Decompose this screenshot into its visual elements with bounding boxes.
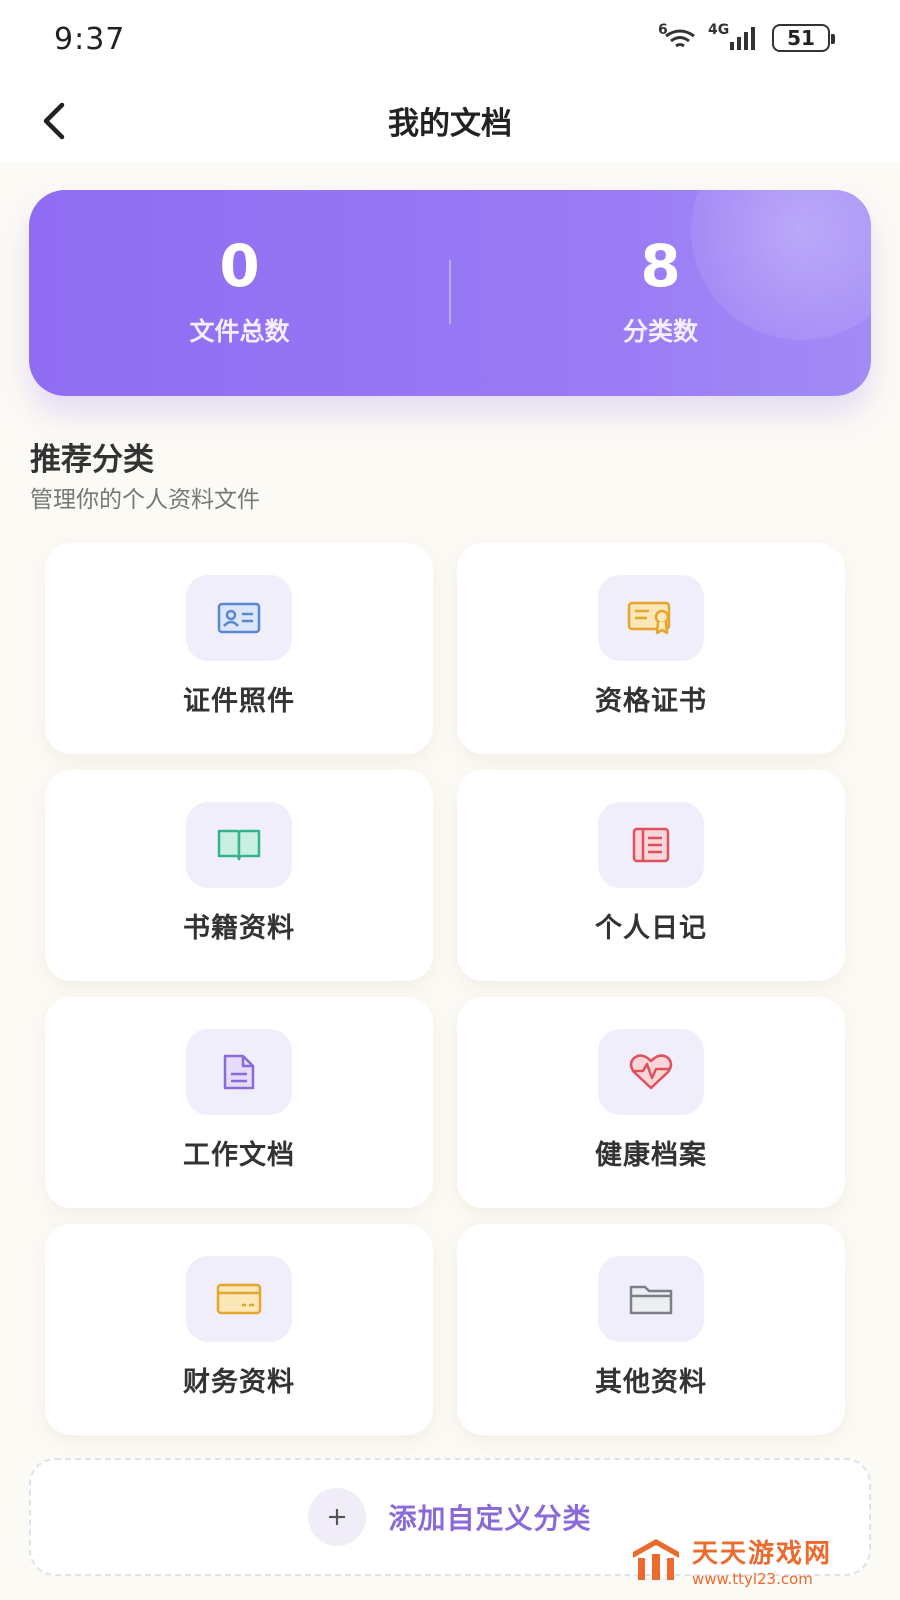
wallet-card-icon [216,1283,262,1315]
section-subtitle: 管理你的个人资料文件 [30,487,260,513]
category-icon-box [186,1029,292,1115]
category-icon-box [598,1029,704,1115]
page-title: 我的文档 [388,106,512,142]
watermark-url: www.ttyl23.com [692,1569,813,1588]
book-icon [217,829,261,861]
category-label: 证件照件 [183,686,295,717]
category-label: 健康档案 [595,1140,707,1171]
page: 9:37 6 4G 51 我的文档 0 文件总数 8 分类数 推荐分类 管理你的… [0,0,900,1600]
category-icon-box [186,1256,292,1342]
battery-icon: 51 [772,24,835,52]
category-card-finance[interactable]: 财务资料 [45,1224,433,1435]
category-card-others[interactable]: 其他资料 [457,1224,845,1435]
category-icon-box [598,1256,704,1342]
stat-categories[interactable]: 8 分类数 [450,234,871,348]
status-time: 9:37 [54,22,126,57]
category-card-id-photos[interactable]: 证件照件 [45,543,433,754]
stats-card: 0 文件总数 8 分类数 [29,190,871,396]
plus-icon [308,1488,367,1546]
status-icons: 6 4G 51 [658,23,835,52]
category-card-health[interactable]: 健康档案 [457,997,845,1208]
stat-categories-label: 分类数 [622,317,698,346]
watermark: 天天游戏网 www.ttyl23.com [630,1530,850,1590]
category-label: 个人日记 [595,913,707,944]
category-card-diary[interactable]: 个人日记 [457,770,845,981]
stat-categories-value: 8 [640,232,681,300]
category-label: 书籍资料 [183,913,295,944]
wifi-icon: 6 [658,23,698,52]
category-label: 财务资料 [183,1367,295,1398]
status-bar: 9:37 6 4G 51 [0,0,900,80]
stat-total-files-value: 0 [219,232,260,300]
cellular-icon: 4G [708,23,762,52]
heart-pulse-icon [629,1054,673,1090]
watermark-name: 天天游戏网 [692,1538,833,1569]
category-label: 资格证书 [595,686,707,717]
category-label: 工作文档 [183,1140,295,1171]
certificate-icon [627,601,671,635]
watermark-text: 天天游戏网 www.ttyl23.com [692,1533,832,1588]
section-title: 推荐分类 [30,442,154,478]
diary-icon [632,827,670,863]
header: 我的文档 [0,80,900,162]
stat-total-files-label: 文件总数 [189,317,290,346]
category-icon-box [186,575,292,661]
category-card-certificates[interactable]: 资格证书 [457,543,845,754]
category-card-books[interactable]: 书籍资料 [45,770,433,981]
category-card-work-docs[interactable]: 工作文档 [45,997,433,1208]
category-icon-box [598,802,704,888]
category-label: 其他资料 [595,1367,707,1398]
category-icon-box [186,802,292,888]
add-custom-category-label: 添加自定义分类 [388,1502,592,1535]
folder-icon [629,1285,673,1315]
stat-total-files[interactable]: 0 文件总数 [29,234,450,348]
category-icon-box [598,575,704,661]
id-card-icon [217,602,261,634]
watermark-logo-icon [633,1539,679,1580]
document-icon [223,1054,255,1090]
